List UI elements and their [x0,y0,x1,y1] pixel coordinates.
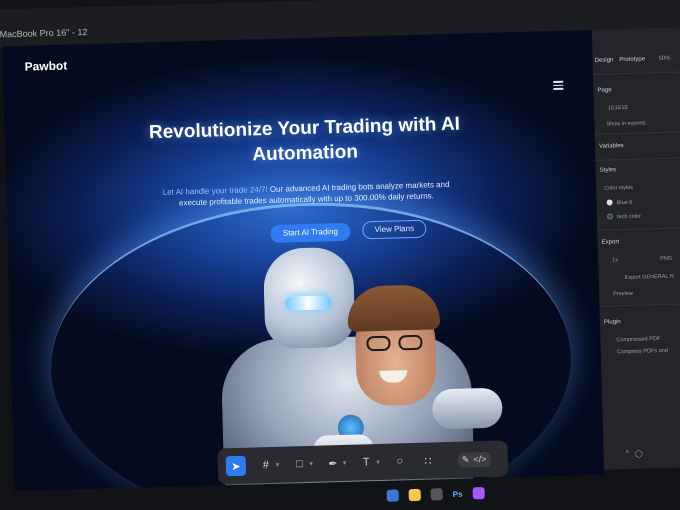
frame-tool-icon[interactable]: # [258,457,274,473]
page-color-value[interactable]: 1E1E1E [608,105,628,112]
brand-logo[interactable]: Pawbot [24,59,67,74]
tab-design[interactable]: Design [595,57,614,64]
page-section-label: Page [597,87,612,94]
robot-arm [431,387,503,430]
plugin-label: Plugin [603,319,621,326]
app-icon[interactable] [430,488,443,501]
chevron-down-icon[interactable]: ▾ [343,459,347,467]
chevron-down-icon[interactable]: ▾ [376,458,380,466]
design-frame[interactable]: Pawbot Revolutionize Your Trading with A… [2,29,605,492]
color-styles-label: Color styles [604,184,634,192]
swatch-icon [606,213,614,220]
actions-tool-icon[interactable]: ∷ [420,452,436,468]
figma-icon[interactable] [472,487,485,500]
tab-prototype[interactable]: Prototype [619,56,645,63]
export-format-select[interactable]: PNG [660,256,672,262]
mode-switch[interactable]: ✎ </> [457,451,491,468]
zoom-level[interactable]: 50% [659,56,671,62]
chevron-down-icon[interactable]: ▾ [276,461,280,469]
design-mode-icon[interactable]: ✎ [462,454,470,465]
export-label: Export [601,239,620,246]
screen: MacBook Pro 16" - 12 Pawbot Revolutioniz… [0,0,680,510]
window-title: MacBook Pro 16" - 12 [0,26,88,40]
plugin-name[interactable]: Compressed PDF [616,336,660,343]
view-plans-button[interactable]: View Plans [362,219,427,240]
app-icon[interactable] [386,489,399,502]
wifi-icon[interactable]: ◯ [635,450,643,458]
pen-tool-icon[interactable]: ✒ [325,455,341,471]
move-tool-icon[interactable]: ➤ [225,455,247,477]
export-scale-select[interactable]: 1x [612,257,618,263]
inspector-panel: Design Prototype 50% Page 1E1E1E Show in… [591,27,680,470]
divider [599,302,680,307]
hero-subtitle-highlight: Let AI handle your trade 24/7! [162,184,268,197]
hamburger-menu-icon[interactable] [553,80,564,90]
divider [595,157,680,161]
hero-subtitle: Let AI handle your trade 24/7! Our advan… [156,179,456,209]
chevron-down-icon[interactable]: ▾ [309,460,313,468]
export-button[interactable]: Export GENERAL N [625,274,674,281]
start-ai-trading-button[interactable]: Start AI Trading [270,222,351,243]
tray-up-arrow-icon[interactable]: ^ [626,450,630,458]
shape-tool-icon[interactable]: □ [291,456,307,472]
preview-toggle[interactable]: Preview [613,291,633,298]
system-tray: ^ ◯ [626,450,643,458]
hero-title: Revolutionize Your Trading with AI Autom… [148,113,461,166]
panel-tabs: Design Prototype [595,56,646,63]
style-item[interactable]: tech color [617,214,641,221]
divider [594,131,680,135]
text-tool-icon[interactable]: T [358,454,374,470]
comment-tool-icon[interactable]: ○ [392,453,408,469]
divider [593,71,680,75]
styles-label: Styles [599,167,617,174]
variables-label[interactable]: Variables [599,143,624,150]
person-glasses [366,334,426,353]
os-taskbar: Ps [386,482,556,505]
robot-eyes [285,295,332,311]
swatch-icon [606,199,613,206]
style-item[interactable]: Blue 6 [617,200,633,206]
divider [597,227,680,231]
photoshop-icon[interactable]: Ps [453,489,463,498]
plugin-description: Compress PDFs and [616,347,668,356]
show-in-exports-checkbox[interactable]: Show in exports [606,120,645,127]
folder-icon[interactable] [408,488,421,502]
dev-mode-icon[interactable]: </> [473,453,486,464]
